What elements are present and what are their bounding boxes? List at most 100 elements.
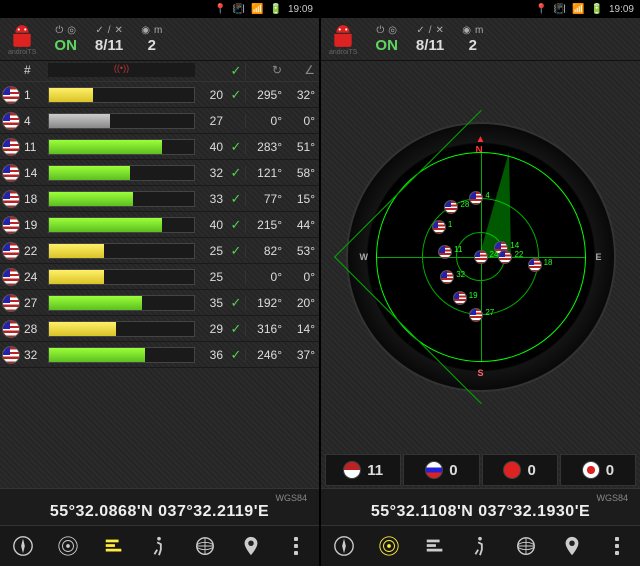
fix-check: ✓ [227,87,245,103]
flag-us-icon [2,164,20,182]
snr-value: 25 [195,270,227,284]
menu-button[interactable] [281,531,311,561]
elevation: 53° [285,244,319,258]
globe-tab[interactable] [190,531,220,561]
azimuth: 77° [245,192,285,206]
pin-tab[interactable] [557,531,587,561]
walk-tab[interactable] [144,531,174,561]
gps-on-label: ON [54,37,77,54]
flag-us-icon [2,346,20,364]
radar-satellite: 28 [444,200,458,214]
radar-satellite: 19 [453,291,467,305]
signal-icon: 📶 [572,4,584,15]
sat-icon: ✕ [114,25,122,36]
snr-value: 33 [195,192,227,206]
elevation: 14° [285,322,319,336]
prn: 19 [22,218,48,232]
prn: 28 [22,322,48,336]
location-icon: 📍 [214,4,226,15]
flag-us-icon [2,294,20,312]
menu-button[interactable] [602,531,632,561]
table-row: 22 25 ✓ 82° 53° [0,238,319,264]
table-row: 11 40 ✓ 283° 51° [0,134,319,160]
snr-value: 35 [195,296,227,310]
table-row: 28 29 ✓ 316° 14° [0,316,319,342]
app-header: androiTS ⏻◎ON ✓/✕8/11 ◉m2 [321,18,640,61]
table-row: 24 25 0° 0° [0,264,319,290]
constellation-box: 0 [560,454,636,486]
constellation-count: 0 [527,462,535,479]
snr-bar [48,113,195,129]
compass-tab[interactable] [8,531,38,561]
bars-tab[interactable] [99,531,129,561]
radar-view: ▲N S W E 28141114221832192724 [321,61,640,452]
constellation-counts: 11000 [321,452,640,488]
clock: 19:09 [288,4,313,15]
flag-us-icon [2,112,20,130]
flag-us-icon [2,216,20,234]
vibrate-icon: 📳 [554,4,566,15]
snr-bar [48,165,195,181]
walk-tab[interactable] [465,531,495,561]
accuracy-icon: ◉ [141,25,150,36]
flag-us-icon [2,320,20,338]
elevation: 58° [285,166,319,180]
acc-unit: m [154,25,162,36]
bars-tab[interactable] [420,531,450,561]
vibrate-icon: 📳 [233,4,245,15]
constellation-box: 0 [403,454,479,486]
fix-check: ✓ [227,347,245,363]
table-row: 18 33 ✓ 77° 15° [0,186,319,212]
status-bar: 📍 📳 📶 🔋 19:09 [321,0,640,18]
radar-satellite: 18 [528,258,542,272]
radar-tab[interactable] [53,531,83,561]
table-header: #((•)) ✓↻∠ [0,61,319,82]
coords-panel: WGS84 55°32.0868'N 037°32.2119'E [0,488,319,525]
radar-satellite: 32 [440,270,454,284]
flag-us-icon [343,461,361,479]
fix-check: ✓ [227,139,245,155]
fix-check: ✓ [227,243,245,259]
location-icon: 📍 [535,4,547,15]
azimuth: 316° [245,322,285,336]
datum-label: WGS84 [327,493,634,503]
snr-bar [48,269,195,285]
snr-value: 29 [195,322,227,336]
prn: 24 [22,270,48,284]
compass-tab[interactable] [329,531,359,561]
elevation: 44° [285,218,319,232]
table-row: 1 20 ✓ 295° 32° [0,82,319,108]
phone-left: 📍 📳 📶 🔋 19:09 androiTS ⏻◎ ON ✓/✕ 8/11 [0,0,319,566]
snr-value: 20 [195,88,227,102]
flag-us-icon [2,242,20,260]
prn: 1 [22,88,48,102]
azimuth: 283° [245,140,285,154]
fix-check: ✓ [227,321,245,337]
snr-bar [48,87,195,103]
azimuth: 121° [245,166,285,180]
snr-value: 25 [195,244,227,258]
signal-icon: 📶 [251,4,263,15]
bottom-nav [321,525,640,566]
globe-tab[interactable] [511,531,541,561]
coords-panel: WGS84 55°32.1108'N 037°32.1930'E [321,488,640,525]
phone-right: 📍 📳 📶 🔋 19:09 androiTS ⏻◎ON ✓/✕8/11 ◉m2 … [321,0,640,566]
snr-value: 40 [195,140,227,154]
flag-us-icon [2,190,20,208]
constellation-box: 11 [325,454,401,486]
snr-bar [48,217,195,233]
battery-icon: 🔋 [270,4,282,15]
pin-tab[interactable] [236,531,266,561]
status-bar: 📍 📳 📶 🔋 19:09 [0,0,319,18]
fix-check: ✓ [227,217,245,233]
radar-satellite: 4 [469,191,483,205]
radar-tab[interactable] [374,531,404,561]
fix-check: ✓ [227,191,245,207]
table-row: 27 35 ✓ 192° 20° [0,290,319,316]
flag-us-icon [2,138,20,156]
accuracy-value: 2 [148,37,156,54]
azimuth: 192° [245,296,285,310]
snr-value: 36 [195,348,227,362]
prn: 22 [22,244,48,258]
azimuth: 295° [245,88,285,102]
